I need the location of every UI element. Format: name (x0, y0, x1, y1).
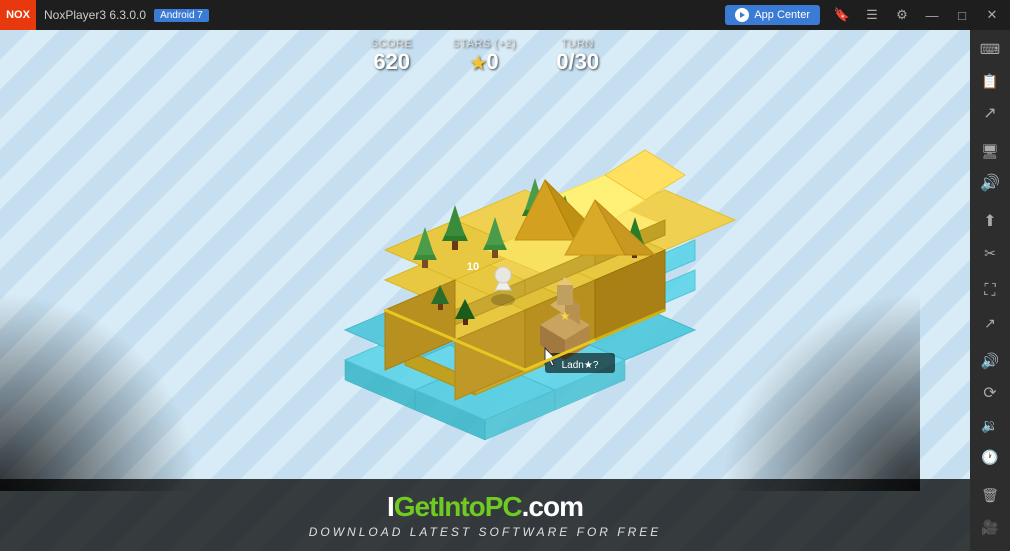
score-value: 620 (371, 50, 413, 74)
fullscreen-icon[interactable]: ⛶ (973, 276, 1007, 306)
main-content: Score 620 Stars (+2) ★0 Turn 0/30 (0, 30, 1010, 551)
minimize-button[interactable]: — (918, 1, 946, 29)
app-center-label: App Center (754, 9, 810, 21)
sound-icon[interactable]: 🔊 (973, 168, 1007, 198)
bookmark-button[interactable]: 🔖 (828, 1, 856, 29)
hud-turn: Turn 0/30 (556, 38, 599, 74)
keyboard-icon[interactable]: ⌨ (973, 34, 1007, 64)
volume-up-icon[interactable]: 🔊 (973, 346, 1007, 376)
import-icon[interactable]: ⬆ (973, 206, 1007, 236)
maximize-button[interactable]: □ (948, 1, 976, 29)
zoom-icon[interactable]: ↗ (973, 308, 1007, 338)
menu-button[interactable]: ☰ (858, 1, 886, 29)
stars-label: Stars (+2) (453, 38, 517, 50)
share-icon[interactable]: ↗ (973, 98, 1007, 128)
volume-down-icon[interactable]: 🔉 (973, 410, 1007, 440)
camera-icon[interactable]: 🎥 (973, 512, 1007, 542)
app-center-button[interactable]: App Center (725, 5, 820, 25)
watermark-title: IGetIntoPC.com (20, 491, 950, 523)
iso-map: ★ 10 Ladn★? (185, 80, 785, 460)
watermark-dotcom: .com (522, 491, 583, 522)
watermark: IGetIntoPC.com Download Latest Software … (0, 479, 970, 551)
turn-value: 0/30 (556, 50, 599, 74)
clock-icon[interactable]: 🕐 (973, 442, 1007, 472)
display-icon[interactable]: 🖥 (973, 136, 1007, 166)
cut-icon[interactable]: ✂ (973, 238, 1007, 268)
titlebar: NOX NoxPlayer3 6.3.0.0 Android 7 App Cen… (0, 0, 1010, 30)
right-sidebar: ⌨ 📋 ↗ 🖥 🔊 ⬆ ✂ ⛶ ↗ 🔊 ⟳ 🔉 🕐 🗑 🎥 ··· ↩ ⚙ 🎬 … (970, 30, 1010, 551)
game-viewport[interactable]: Score 620 Stars (+2) ★0 Turn 0/30 (0, 30, 970, 551)
play-icon (735, 8, 749, 22)
svg-text:★: ★ (560, 309, 571, 323)
app-name: NoxPlayer3 6.3.0.0 (36, 8, 154, 22)
watermark-getintopc: GetIntoPC (394, 491, 522, 522)
delete-icon[interactable]: 🗑 (973, 480, 1007, 510)
game-svg: ★ 10 Ladn★? (185, 80, 785, 460)
stars-value: ★0 (453, 50, 517, 74)
nox-logo: NOX (0, 0, 36, 30)
game-hud: Score 620 Stars (+2) ★0 Turn 0/30 (371, 38, 599, 74)
hud-stars: Stars (+2) ★0 (453, 38, 517, 74)
svg-text:Ladn★?: Ladn★? (562, 360, 599, 371)
svg-text:10: 10 (467, 261, 479, 273)
watermark-i: I (387, 491, 394, 522)
hud-score: Score 620 (371, 38, 413, 74)
loading-icon[interactable]: ⟳ (973, 378, 1007, 408)
watermark-subtitle: Download Latest Software for Free (20, 525, 950, 539)
titlebar-controls: 🔖 ☰ ⚙ — □ ✕ (828, 1, 1006, 29)
close-button[interactable]: ✕ (978, 1, 1006, 29)
settings-button[interactable]: ⚙ (888, 1, 916, 29)
android-badge: Android 7 (154, 9, 209, 22)
screenshot-icon[interactable]: 📋 (973, 66, 1007, 96)
